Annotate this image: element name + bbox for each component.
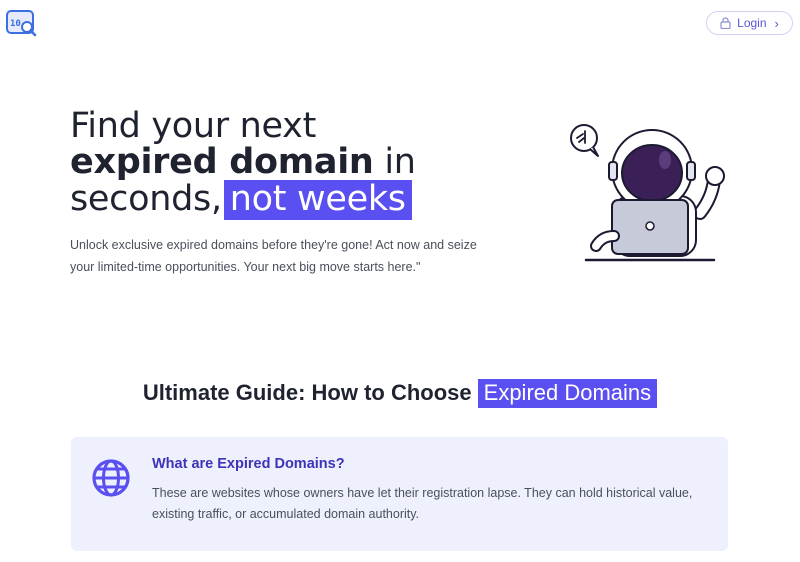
guide-title: Ultimate Guide: How to Choose Expired Dom… bbox=[0, 379, 800, 408]
guide-title-text: Ultimate Guide: How to Choose bbox=[142, 380, 472, 405]
globe-icon bbox=[91, 458, 131, 498]
svg-text:10: 10 bbox=[10, 19, 21, 29]
hero-title-seconds: seconds, bbox=[70, 179, 222, 219]
domain-search-logo-icon[interactable]: 10 bbox=[6, 8, 38, 40]
hero-title: Find your next expired domain in seconds… bbox=[70, 108, 500, 220]
lock-icon bbox=[720, 17, 731, 29]
astronaut-laptop-illustration bbox=[562, 118, 732, 268]
card-title: What are Expired Domains? bbox=[152, 456, 345, 472]
chevron-right-icon: › bbox=[774, 15, 779, 31]
login-button[interactable]: Login › bbox=[706, 11, 793, 35]
hero-title-line2-rest: in bbox=[373, 142, 416, 182]
info-card-expired-domains: What are Expired Domains? These are webs… bbox=[71, 437, 728, 551]
login-label: Login bbox=[737, 16, 767, 30]
hero-title-line1: Find your next bbox=[70, 106, 316, 146]
hero-title-line3: seconds, not weeks bbox=[70, 180, 500, 220]
hero-description: Unlock exclusive expired domains before … bbox=[70, 238, 477, 274]
card-text: These are websites whose owners have let… bbox=[152, 486, 693, 521]
hero-title-highlight: not weeks bbox=[223, 180, 412, 220]
hero-title-line2: expired domain in bbox=[70, 144, 500, 180]
hero-title-bold: expired domain bbox=[70, 142, 374, 182]
guide-title-highlight: Expired Domains bbox=[477, 379, 658, 408]
